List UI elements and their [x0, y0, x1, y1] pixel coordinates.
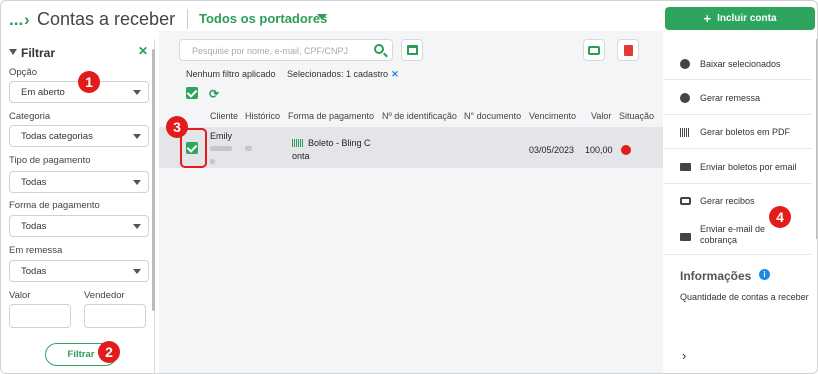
delete-button[interactable] — [617, 39, 639, 61]
action-enviar-email-cobranca[interactable]: Enviar e-mail de cobrança — [664, 219, 812, 255]
calendar-icon — [406, 45, 418, 55]
trash-icon — [623, 44, 633, 56]
categoria-label: Categoria — [9, 111, 51, 122]
row-forma-pagamento: Boleto - Bling C — [292, 138, 371, 148]
em-remessa-select[interactable]: Todas — [9, 260, 149, 282]
add-account-button[interactable]: + Incluir conta — [665, 7, 815, 30]
callout-2: 2 — [98, 341, 120, 363]
refresh-icon[interactable]: ⟳ — [209, 87, 219, 101]
arrow-circle-icon — [680, 93, 690, 103]
no-filter-text: Nenhum filtro aplicado — [186, 69, 276, 79]
categoria-select[interactable]: Todas categorias — [9, 125, 149, 147]
clear-selection-icon[interactable]: ✕ — [391, 69, 399, 79]
tipo-pagamento-label: Tipo de pagamento — [9, 155, 91, 166]
select-all-checkbox[interactable] — [186, 87, 198, 99]
chevron-down-icon — [133, 90, 141, 95]
mail-icon — [680, 233, 691, 241]
action-enviar-boletos-email[interactable]: Enviar boletos por email — [664, 149, 812, 184]
breadcrumb-chevron-icon: › — [24, 10, 30, 29]
col-documento[interactable]: N° documento — [464, 111, 521, 121]
col-forma-pagamento[interactable]: Forma de pagamento — [288, 111, 374, 121]
barcode-icon — [292, 139, 304, 147]
callout-4: 4 — [769, 206, 791, 228]
forma-pagamento-select[interactable]: Todas — [9, 215, 149, 237]
calendar-button[interactable] — [401, 39, 423, 61]
filter-scrollbar[interactable] — [152, 49, 155, 311]
chevron-down-icon — [133, 180, 141, 185]
close-filter-icon[interactable]: ✕ — [138, 44, 148, 58]
row-valor: 100,00 — [585, 145, 613, 155]
add-account-button-label: Incluir conta — [717, 13, 777, 24]
chevron-down-icon — [133, 134, 141, 139]
caret-down-icon[interactable] — [317, 14, 327, 20]
col-vencimento[interactable]: Vencimento — [529, 111, 576, 121]
accounts-list: Pesquise por nome, e-mail, CPF/CNPJ Nenh… — [159, 31, 663, 373]
callout-3: 3 — [166, 116, 188, 138]
mail-icon — [680, 163, 691, 171]
page-title: Contas a receber — [37, 9, 176, 29]
blurred-text — [210, 159, 215, 164]
col-situacao[interactable]: Situação — [619, 111, 654, 121]
search-input[interactable]: Pesquise por nome, e-mail, CPF/CNPJ — [179, 39, 393, 61]
vendedor-input[interactable] — [84, 304, 146, 328]
selected-count: Selecionados: 1 cadastro ✕ — [287, 69, 399, 79]
blurred-text — [245, 146, 252, 151]
chevron-down-icon — [133, 224, 141, 229]
status-dot — [621, 145, 631, 155]
action-gerar-boletos-pdf[interactable]: Gerar boletos em PDF — [664, 115, 812, 149]
tipo-pagamento-select[interactable]: Todas — [9, 171, 149, 193]
info-text: Quantidade de contas a receber — [680, 292, 809, 302]
portador-filter-dropdown[interactable]: Todos os portadores — [199, 11, 327, 26]
chevron-down-icon — [133, 269, 141, 274]
vendedor-label: Vendedor — [84, 290, 125, 301]
em-remessa-label: Em remessa — [9, 245, 63, 256]
opcao-label: Opção — [9, 67, 37, 78]
info-icon[interactable]: i — [759, 269, 770, 280]
print-button[interactable] — [583, 39, 605, 61]
valor-label: Valor — [9, 290, 31, 301]
row-forma-pagamento-cont: onta — [292, 151, 310, 161]
filter-panel: Filtrar ✕ Opção Em aberto Categoria Toda… — [3, 39, 155, 373]
valor-input[interactable] — [9, 304, 71, 328]
check-circle-icon — [680, 59, 690, 69]
row-vencimento: 03/05/2023 — [529, 145, 575, 155]
col-historico[interactable]: Histórico — [245, 111, 280, 121]
row-cliente: Emily — [210, 131, 232, 141]
col-identificacao[interactable]: Nº de identificação — [382, 111, 457, 121]
col-valor[interactable]: Valor — [591, 111, 611, 121]
funnel-icon — [9, 49, 17, 55]
header-divider — [187, 9, 188, 29]
col-cliente[interactable]: Cliente — [210, 111, 238, 121]
action-gerar-remessa[interactable]: Gerar remessa — [664, 80, 812, 115]
filter-panel-title: Filtrar — [9, 46, 55, 60]
printer-icon — [680, 197, 691, 205]
search-icon[interactable] — [374, 44, 384, 54]
barcode-icon — [680, 128, 690, 137]
actions-panel: Baixar selecionados Gerar remessa Gerar … — [664, 39, 817, 373]
breadcrumb-dots[interactable]: ... — [9, 10, 23, 30]
info-title: Informações — [680, 269, 752, 283]
plus-icon: + — [703, 11, 712, 26]
app-window: ... › Contas a receber Todos os portador… — [0, 0, 818, 374]
printer-icon — [588, 45, 600, 55]
blurred-text — [210, 146, 232, 151]
callout-1: 1 — [78, 71, 100, 93]
search-placeholder: Pesquise por nome, e-mail, CPF/CNPJ — [192, 46, 349, 56]
forma-pagamento-label: Forma de pagamento — [9, 200, 100, 211]
action-baixar-selecionados[interactable]: Baixar selecionados — [664, 39, 812, 80]
chevron-right-icon[interactable]: › — [682, 348, 686, 363]
